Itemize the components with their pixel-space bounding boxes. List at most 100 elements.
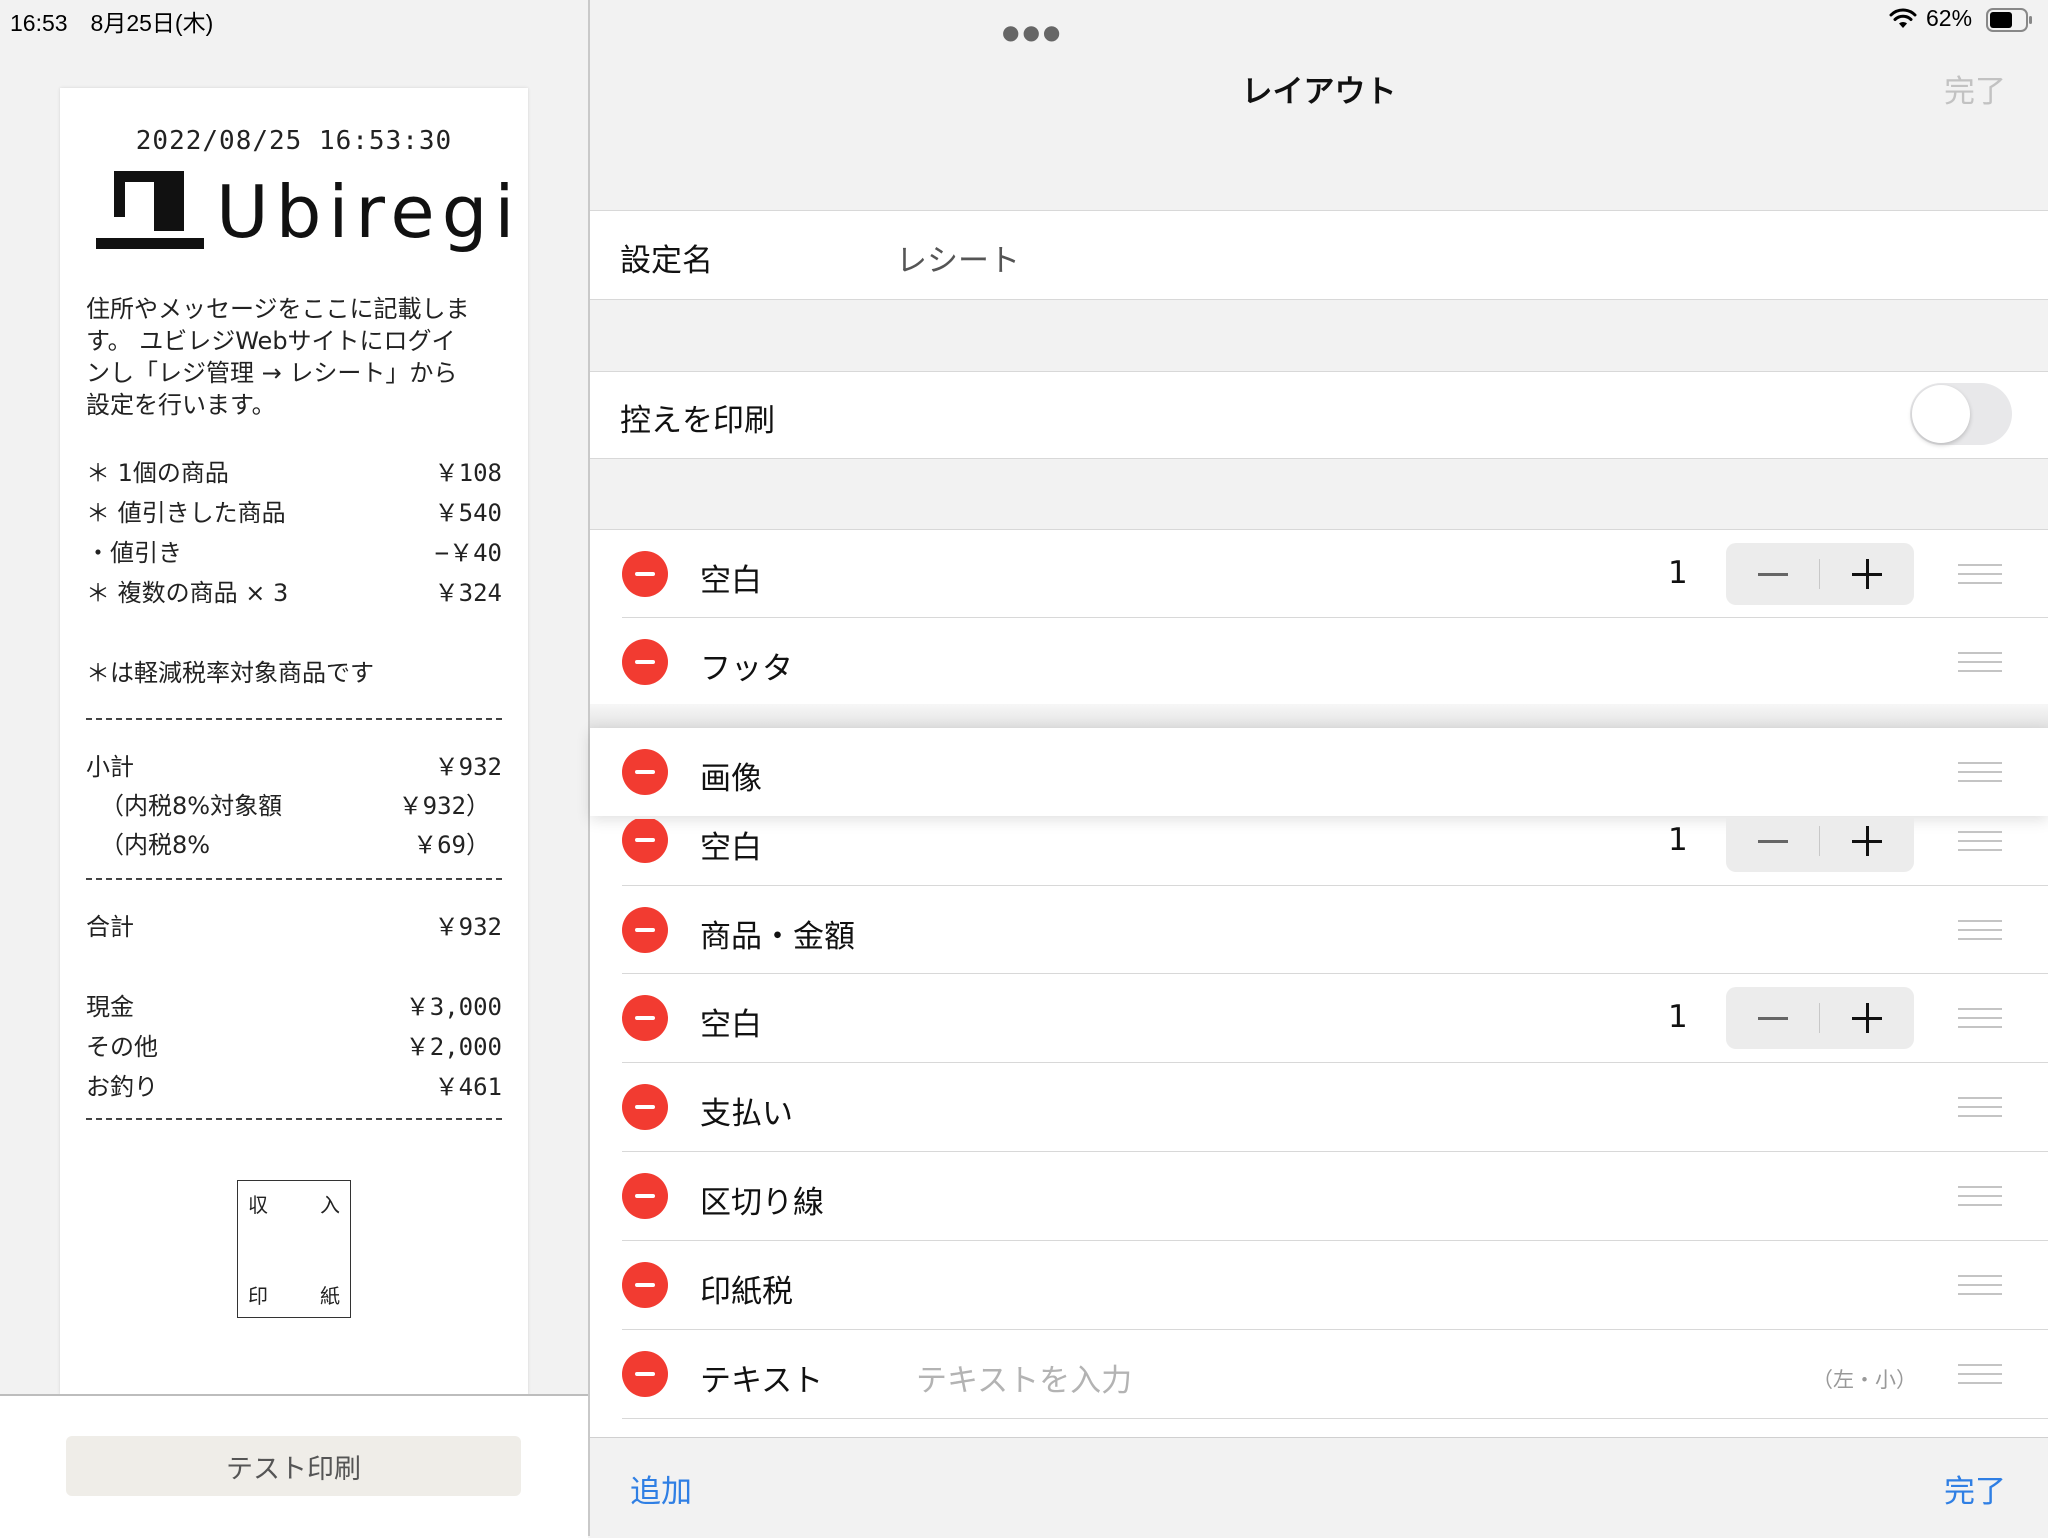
drag-handle-icon[interactable]: [1958, 831, 2002, 851]
setting-name-field[interactable]: レシート: [896, 235, 1020, 280]
blank-stepper[interactable]: [1726, 543, 1914, 605]
row-separator: [622, 973, 2048, 974]
row-separator: [622, 1151, 2048, 1152]
receipt-item: ・値引き −￥40: [86, 539, 502, 567]
minus-icon: [1758, 840, 1788, 843]
status-time-date: 16:53 8月25日(木): [10, 10, 214, 36]
dragging-row[interactable]: [590, 728, 2048, 816]
row-separator: [622, 1062, 2048, 1063]
print-copy-row: 控えを印刷: [590, 371, 2048, 459]
blank-count: 1: [1668, 999, 1688, 1035]
minus-circle-icon[interactable]: [622, 1173, 668, 1219]
receipt-divider: [86, 1118, 502, 1120]
minus-circle-icon[interactable]: [622, 819, 668, 863]
print-copy-label: 控えを印刷: [620, 403, 775, 439]
toggle-knob: [1912, 385, 1970, 443]
receipt-preview: 2022/08/25 16:53:30 Ubiregi 住所やメッセージをここに…: [60, 88, 528, 1395]
minus-circle-icon[interactable]: [622, 907, 668, 953]
blank-stepper[interactable]: [1726, 818, 1914, 872]
layout-item-label: 支払い: [700, 1096, 793, 1132]
stamp-char: 印: [248, 1284, 268, 1308]
multitasking-dots-icon[interactable]: ●●●: [1002, 20, 1063, 44]
increment-button[interactable]: [1820, 987, 1914, 1049]
text-input[interactable]: テキストを入力: [916, 1355, 1132, 1400]
receipt-divider: [86, 878, 502, 880]
receipt-tax: （内税8% ￥69）: [100, 831, 490, 859]
receipt-item: ＊ 値引きした商品 ￥540: [86, 499, 502, 527]
minus-circle-icon[interactable]: [622, 749, 668, 795]
layout-list: [590, 529, 2048, 1438]
drag-handle-icon[interactable]: [1958, 564, 2002, 584]
layout-item-label: 空白: [700, 563, 762, 599]
setting-name-row: 設定名 レシート: [590, 210, 2048, 300]
receipt-item: ＊ 複数の商品 × 3 ￥324: [86, 579, 502, 607]
row-separator: [622, 1418, 2048, 1419]
receipt-divider: [86, 718, 502, 720]
receipt-tax-base: （内税8%対象額 ￥932）: [100, 792, 490, 820]
minus-circle-icon[interactable]: [622, 995, 668, 1041]
layout-item-label: 区切り線: [700, 1185, 824, 1221]
receipt-subtotal: 小計 ￥932: [86, 753, 502, 781]
battery-icon: [1986, 8, 2032, 32]
plus-icon: [1866, 1003, 1869, 1033]
print-copy-toggle[interactable]: [1910, 383, 2012, 445]
row-separator: [622, 1329, 2048, 1330]
row-separator: [622, 885, 2048, 886]
stamp-char: 入: [320, 1193, 340, 1217]
layout-item-label: 空白: [700, 1007, 762, 1043]
receipt-message: 住所やメッセージをここに記載しま す。 ユビレジWebサイトにログイ ンし「レジ…: [86, 293, 470, 421]
minus-circle-icon[interactable]: [622, 551, 668, 597]
ubiregi-logo-text: Ubiregi: [216, 170, 522, 254]
layout-item-label: 画像: [700, 761, 762, 797]
layout-item-label: フッタ: [700, 651, 793, 687]
plus-icon: [1866, 559, 1869, 589]
minus-circle-icon[interactable]: [622, 1351, 668, 1397]
stamp-char: 収: [248, 1193, 268, 1217]
done-button[interactable]: 完了: [1944, 1466, 2006, 1511]
done-button-top[interactable]: 完了: [1944, 66, 2006, 111]
blank-count: 1: [1668, 822, 1688, 858]
battery-percent: 62%: [1926, 5, 1973, 31]
row-separator: [622, 617, 2048, 618]
minus-circle-icon[interactable]: [622, 1262, 668, 1308]
minus-circle-icon[interactable]: [622, 639, 668, 685]
decrement-button[interactable]: [1726, 543, 1820, 605]
decrement-button[interactable]: [1726, 818, 1820, 872]
receipt-message-line: ンし「レジ管理 → レシート」から: [86, 359, 458, 387]
drag-handle-icon[interactable]: [1958, 1275, 2002, 1295]
decrement-button[interactable]: [1726, 987, 1820, 1049]
receipt-tax-note: ＊は軽減税率対象商品です: [86, 659, 374, 687]
bottom-toolbar: [590, 1437, 2048, 1537]
add-button[interactable]: 追加: [630, 1466, 692, 1511]
receipt-payment: 現金 ￥3,000: [86, 993, 502, 1021]
blank-count: 1: [1668, 555, 1688, 591]
drag-handle-icon[interactable]: [1958, 1186, 2002, 1206]
stamp-char: 紙: [320, 1284, 340, 1308]
receipt-message-line: 住所やメッセージをここに記載しま: [86, 295, 470, 323]
row-separator: [622, 1240, 2048, 1241]
drag-handle-icon[interactable]: [1958, 1097, 2002, 1117]
layout-item-label: テキスト: [700, 1363, 824, 1399]
increment-button[interactable]: [1820, 818, 1914, 872]
receipt-timestamp: 2022/08/25 16:53:30: [135, 126, 453, 156]
receipt-message-line: 設定を行います。: [86, 391, 276, 419]
blank-stepper[interactable]: [1726, 987, 1914, 1049]
test-print-button[interactable]: テスト印刷: [66, 1436, 521, 1496]
receipt-total: 合計 ￥932: [86, 913, 502, 941]
drag-handle-icon[interactable]: [1958, 1364, 2002, 1384]
increment-button[interactable]: [1820, 543, 1914, 605]
drag-handle-icon[interactable]: [1958, 1008, 2002, 1028]
receipt-change: お釣り ￥461: [86, 1073, 502, 1101]
receipt-item: ＊ 1個の商品 ￥108: [86, 459, 502, 487]
ubiregi-logo-icon: [96, 171, 204, 249]
minus-circle-icon[interactable]: [622, 1084, 668, 1130]
nav-title: レイアウト: [1241, 74, 1397, 110]
text-format-label[interactable]: （左・小）: [1812, 1364, 1917, 1394]
plus-icon: [1866, 826, 1869, 856]
drag-handle-icon[interactable]: [1958, 652, 2002, 672]
drag-handle-icon[interactable]: [1958, 762, 2002, 782]
layout-item-label: 空白: [700, 830, 762, 866]
layout-item-label: 印紙税: [700, 1274, 793, 1310]
drag-handle-icon[interactable]: [1958, 920, 2002, 940]
setting-name-label: 設定名: [620, 243, 713, 279]
